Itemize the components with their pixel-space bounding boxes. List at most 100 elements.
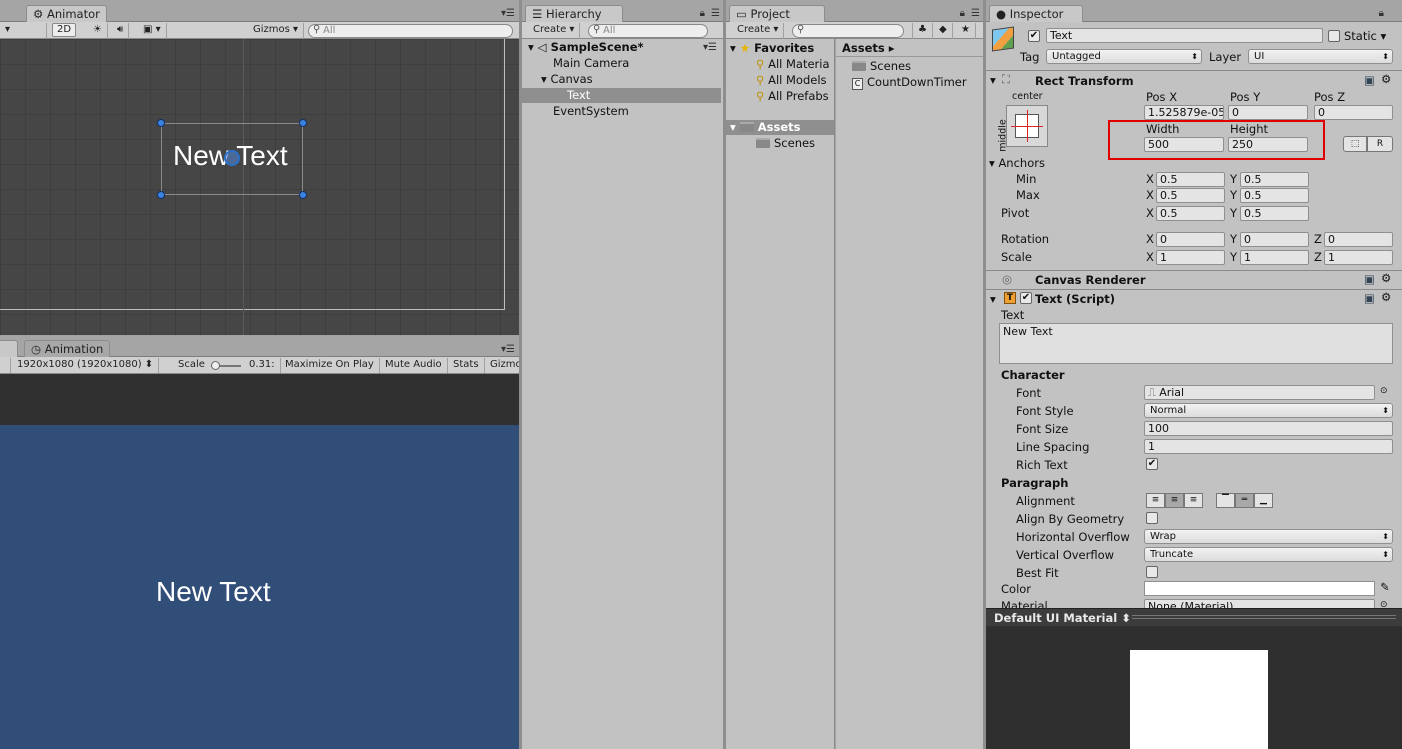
panel-menu-icon[interactable]: ☰: [711, 8, 720, 19]
settings-gear-icon[interactable]: ⚙: [1381, 290, 1391, 304]
tag-dropdown[interactable]: Untagged: [1046, 49, 1202, 64]
file-item[interactable]: C CountDownTimer: [852, 75, 967, 90]
scene-menu-icon[interactable]: ▾☰: [703, 42, 717, 53]
lock-icon[interactable]: 🔒︎: [700, 8, 705, 19]
help-icon[interactable]: ▣: [1364, 272, 1375, 286]
active-checkbox[interactable]: ✔: [1028, 30, 1040, 42]
panel-menu-icon[interactable]: ▾☰: [501, 8, 515, 19]
horizontal-overflow-dropdown[interactable]: Wrap: [1144, 529, 1393, 544]
vertical-overflow-dropdown[interactable]: Truncate: [1144, 547, 1393, 562]
text-area[interactable]: New Text: [999, 323, 1393, 364]
help-icon[interactable]: ▣: [1364, 73, 1375, 87]
lock-icon[interactable]: 🔒︎: [960, 8, 965, 19]
pivot-y-field[interactable]: 0.5: [1240, 206, 1309, 221]
hierarchy-item[interactable]: EventSystem: [553, 104, 629, 118]
pivot-x-field[interactable]: 0.5: [1156, 206, 1225, 221]
mute-audio-button[interactable]: Mute Audio: [380, 358, 448, 373]
rich-text-checkbox[interactable]: ✔: [1146, 458, 1158, 470]
static-label[interactable]: Static ▾: [1344, 29, 1386, 43]
layer-dropdown[interactable]: UI: [1248, 49, 1393, 64]
resolution-dropdown[interactable]: 1920x1080 (1920x1080) ⬍: [12, 358, 160, 373]
favorites-header[interactable]: ▾ ★ Favorites: [730, 41, 814, 55]
handle-bottom-right[interactable]: [299, 191, 307, 199]
hierarchy-item-selected[interactable]: [522, 88, 721, 103]
project-search-input[interactable]: [792, 24, 904, 38]
hierarchy-search-input[interactable]: All: [588, 24, 708, 38]
favorite-icon[interactable]: ★: [956, 23, 976, 39]
color-swatch[interactable]: [1144, 581, 1375, 596]
preview-header[interactable]: Default UI Material ⬍: [986, 608, 1402, 626]
posz-field[interactable]: 0: [1314, 105, 1393, 120]
shading-dropdown[interactable]: ▾: [0, 23, 47, 39]
tab-hierarchy[interactable]: ☰ Hierarchy: [525, 5, 623, 23]
preview-drag-bar[interactable]: [1132, 615, 1396, 619]
settings-gear-icon[interactable]: ⚙: [1381, 72, 1391, 86]
file-item[interactable]: Scenes: [852, 59, 911, 73]
collapse-icon[interactable]: ▾: [990, 292, 996, 306]
anchor-preset-button[interactable]: [1006, 105, 1048, 147]
type-filter-icon[interactable]: ♣: [912, 23, 933, 39]
object-picker-icon[interactable]: ⊙: [1380, 600, 1388, 608]
scene-search-input[interactable]: All: [308, 24, 513, 38]
tab-animator[interactable]: ⚙ Animator: [26, 5, 107, 23]
hierarchy-item[interactable]: Main Camera: [553, 56, 629, 70]
align-top-button[interactable]: ▔: [1216, 493, 1235, 508]
label-filter-icon[interactable]: ◆: [934, 23, 953, 39]
anchor-min-x-field[interactable]: 0.5: [1156, 172, 1225, 187]
favorite-item[interactable]: ⚲ All Prefabs: [756, 89, 829, 103]
handle-top-left[interactable]: [157, 119, 165, 127]
blueprint-mode-button[interactable]: ⬚: [1343, 136, 1367, 152]
align-center-button[interactable]: ≡: [1165, 493, 1184, 508]
align-left-button[interactable]: ≡: [1146, 493, 1165, 508]
line-spacing-field[interactable]: 1: [1144, 439, 1393, 454]
tab-inspector[interactable]: ● Inspector: [989, 5, 1083, 23]
posx-field[interactable]: 1.525879e-05: [1144, 105, 1224, 120]
anchor-min-y-field[interactable]: 0.5: [1240, 172, 1309, 187]
settings-gear-icon[interactable]: ⚙: [1381, 271, 1391, 285]
hierarchy-item[interactable]: Text: [567, 88, 590, 102]
anchor-max-y-field[interactable]: 0.5: [1240, 188, 1309, 203]
light-icon[interactable]: ☀: [88, 23, 108, 39]
raw-edit-button[interactable]: R: [1367, 136, 1393, 152]
breadcrumb[interactable]: Assets ▸: [842, 41, 895, 55]
align-bottom-button[interactable]: ▁: [1254, 493, 1273, 508]
stats-button[interactable]: Stats: [448, 358, 485, 373]
pivot-icon[interactable]: [224, 150, 240, 166]
panel-menu-icon[interactable]: ☰: [971, 8, 980, 19]
maximize-on-play-button[interactable]: Maximize On Play: [280, 358, 380, 373]
audio-icon[interactable]: 🔊︎: [112, 23, 130, 39]
text-enabled-checkbox[interactable]: ✔: [1020, 292, 1032, 304]
handle-bottom-left[interactable]: [157, 191, 165, 199]
help-icon[interactable]: ▣: [1364, 291, 1375, 305]
favorite-item[interactable]: ⚲ All Models: [756, 73, 827, 87]
image-icon[interactable]: ▣ ▾: [138, 23, 167, 39]
best-fit-checkbox[interactable]: [1146, 566, 1158, 578]
scale-slider-thumb[interactable]: [211, 361, 220, 370]
scale-x-field[interactable]: 1: [1156, 250, 1225, 265]
favorite-item[interactable]: ⚲ All Materia: [756, 57, 830, 71]
collapse-icon[interactable]: ▾: [990, 73, 996, 87]
gizmos-dropdown[interactable]: Gizmos ▾: [248, 23, 305, 39]
scene-root[interactable]: ▾ ◁ SampleScene*: [528, 40, 644, 54]
scale-slider[interactable]: [211, 361, 241, 370]
align-geometry-checkbox[interactable]: [1146, 512, 1158, 524]
posy-field[interactable]: 0: [1228, 105, 1308, 120]
align-right-button[interactable]: ≡: [1184, 493, 1203, 508]
gizmos-button[interactable]: Gizmo: [485, 358, 519, 373]
object-name-field[interactable]: Text: [1046, 28, 1323, 43]
rotation-z-field[interactable]: 0: [1324, 232, 1393, 247]
eyedropper-icon[interactable]: ✎: [1380, 580, 1390, 594]
tab-game[interactable]: [0, 340, 18, 358]
panel-menu-icon[interactable]: ▾☰: [501, 344, 515, 355]
display-dropdown[interactable]: [0, 358, 11, 373]
font-field[interactable]: ⎍ Arial: [1144, 385, 1375, 400]
rotation-y-field[interactable]: 0: [1240, 232, 1309, 247]
static-checkbox[interactable]: [1328, 30, 1340, 42]
tab-animation[interactable]: ◷ Animation: [24, 340, 111, 358]
anchor-max-x-field[interactable]: 0.5: [1156, 188, 1225, 203]
tab-project[interactable]: ▭ Project: [729, 5, 825, 23]
scale-y-field[interactable]: 1: [1240, 250, 1309, 265]
project-create-button[interactable]: Create ▾: [732, 23, 785, 39]
object-picker-icon[interactable]: ⊙: [1380, 386, 1388, 396]
anchors-foldout[interactable]: ▾ Anchors: [989, 156, 1045, 170]
